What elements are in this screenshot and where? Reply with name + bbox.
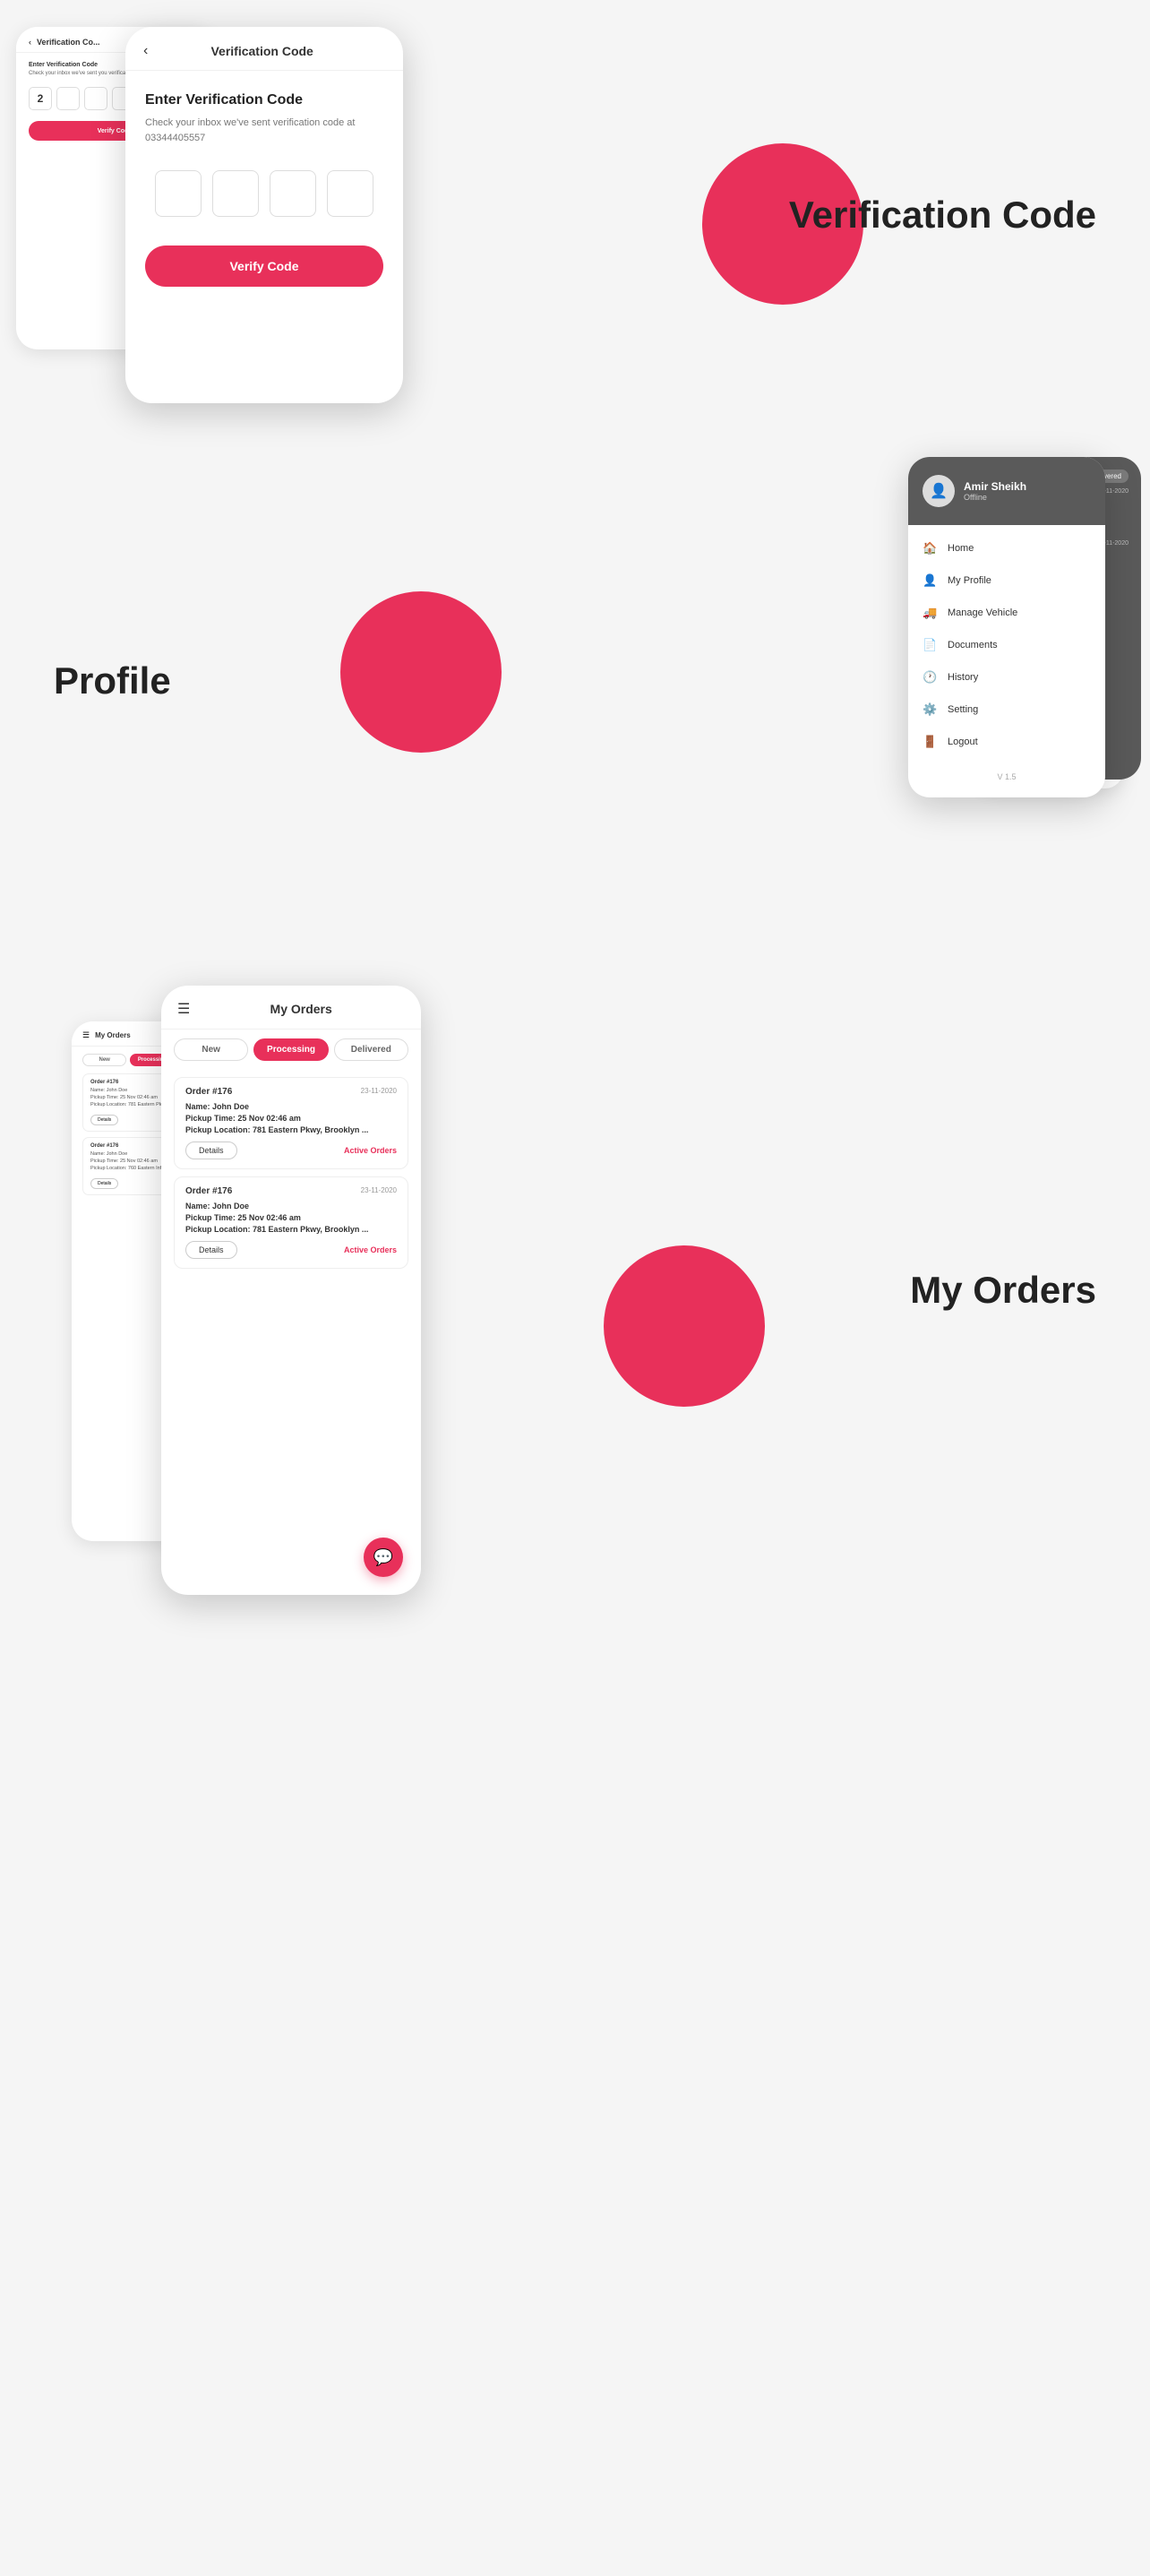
details-button-1[interactable]: Details [185, 1142, 237, 1159]
otp-input-4[interactable] [327, 170, 373, 217]
menu-user-info: Amir Sheikh Offline [964, 480, 1026, 502]
logout-icon: 🚪 [923, 735, 937, 749]
tab-delivered[interactable]: Delivered [334, 1038, 408, 1061]
menu-label-logout: Logout [948, 737, 978, 747]
back-arrow-icon[interactable]: ‹ [143, 43, 148, 59]
phone-main-body: Enter Verification Code Check your inbox… [125, 71, 403, 308]
menu-label-documents: Documents [948, 640, 998, 650]
order-card-1-footer: Details Active Orders [185, 1142, 397, 1159]
menu-item-history[interactable]: 🕐 History [908, 661, 1105, 694]
avatar: 👤 [923, 475, 955, 507]
otp-input-1[interactable] [155, 170, 202, 217]
phone-back-title: Verification Co... [37, 38, 100, 47]
active-orders-label-2: Active Orders [344, 1245, 397, 1254]
section-verification: ‹ Verification Co... Enter Verification … [0, 0, 1150, 430]
tab-new[interactable]: New [174, 1038, 248, 1061]
active-orders-label-1: Active Orders [344, 1146, 397, 1155]
hamburger-icon[interactable]: ☰ [177, 1000, 190, 1018]
orders-mockup-container: ☰ My Orders New Processing Delivered Ord… [107, 986, 367, 1595]
orders-main-phone: ☰ My Orders New Processing Delivered Ord… [161, 986, 421, 1595]
order-number-1: Order #176 [185, 1087, 232, 1097]
history-icon: 🕐 [923, 670, 937, 685]
home-icon: 🏠 [923, 541, 937, 556]
order-name-2: Name: John Doe [185, 1202, 397, 1210]
menu-label-history: History [948, 672, 978, 683]
profile-mockup-container: 👤 Amir Sheikh Offline 🏠 Home 👤 My Profil… [908, 457, 1105, 797]
order-card-2-header: Order #176 23-11-2020 [185, 1186, 397, 1196]
menu-user-name: Amir Sheikh [964, 480, 1026, 493]
red-circle-profile [340, 591, 502, 753]
red-circle-orders [604, 1245, 765, 1407]
settings-icon: ⚙️ [923, 702, 937, 717]
order-loc-2: Pickup Location: 781 Eastern Pkwy, Brook… [185, 1225, 397, 1234]
verify-subtitle: Check your inbox we've sent verification… [145, 116, 383, 145]
menu-user-status: Offline [964, 493, 1026, 502]
menu-item-home[interactable]: 🏠 Home [908, 532, 1105, 564]
profile-icon: 👤 [923, 573, 937, 588]
obs-details-btn-2[interactable]: Details [90, 1178, 118, 1189]
obs-order-num-2: Order #176 [90, 1143, 118, 1149]
menu-item-logout[interactable]: 🚪 Logout [908, 726, 1105, 758]
otp-box-2-small[interactable] [56, 87, 80, 110]
order-time-2: Pickup Time: 25 Nov 02:46 am [185, 1213, 397, 1222]
menu-item-setting[interactable]: ⚙️ Setting [908, 694, 1105, 726]
order-card-1: Order #176 23-11-2020 Name: John Doe Pic… [174, 1077, 408, 1169]
chat-icon: 💬 [373, 1548, 393, 1567]
documents-icon: 📄 [923, 638, 937, 652]
details-button-2[interactable]: Details [185, 1241, 237, 1259]
menu-item-vehicle[interactable]: 🚚 Manage Vehicle [908, 597, 1105, 629]
order-number-2: Order #176 [185, 1186, 232, 1196]
orders-main-header: ☰ My Orders [161, 986, 421, 1030]
orders-back-title: My Orders [95, 1031, 131, 1039]
otp-box-3-small[interactable] [84, 87, 107, 110]
section-orders: My Orders ☰ My Orders New Processing Del… [0, 932, 1150, 1649]
order-name-1: Name: John Doe [185, 1102, 397, 1111]
otp-input-2[interactable] [212, 170, 259, 217]
obs-details-btn-1[interactable]: Details [90, 1115, 118, 1125]
phone-main-verification: ‹ Verification Code Enter Verification C… [125, 27, 403, 403]
menu-item-profile[interactable]: 👤 My Profile [908, 564, 1105, 597]
obs-tab-new[interactable]: New [82, 1054, 126, 1066]
otp-input-3[interactable] [270, 170, 316, 217]
back-arrow-small-icon: ‹ [29, 38, 31, 47]
menu-label-home: Home [948, 543, 974, 554]
section-profile: Profile 👤 Amir Sheikh Offline 🏠 Home 👤 [0, 430, 1150, 932]
menu-version: V 1.5 [908, 765, 1105, 788]
orders-tabs-row: New Processing Delivered [161, 1030, 421, 1070]
phone-main-header: ‹ Verification Code [125, 27, 403, 71]
otp-box-1-small[interactable]: 2 [29, 87, 52, 110]
menu-items-list: 🏠 Home 👤 My Profile 🚚 Manage Vehicle 📄 D… [908, 525, 1105, 765]
obs-order-num-1: Order #176 [90, 1080, 118, 1085]
menu-phone: 👤 Amir Sheikh Offline 🏠 Home 👤 My Profil… [908, 457, 1105, 797]
phone-main-title: Verification Code [157, 44, 367, 58]
vehicle-icon: 🚚 [923, 606, 937, 620]
verify-code-button[interactable]: Verify Code [145, 246, 383, 287]
order-date-1: 23-11-2020 [361, 1087, 397, 1097]
menu-item-documents[interactable]: 📄 Documents [908, 629, 1105, 661]
menu-label-profile: My Profile [948, 575, 991, 586]
tab-processing[interactable]: Processing [253, 1038, 328, 1061]
order-card-2: Order #176 23-11-2020 Name: John Doe Pic… [174, 1176, 408, 1269]
order-card-2-footer: Details Active Orders [185, 1241, 397, 1259]
menu-label-vehicle: Manage Vehicle [948, 607, 1017, 618]
menu-label-setting: Setting [948, 704, 978, 715]
hamburger-back-icon: ☰ [82, 1030, 90, 1040]
section1-heading: Verification Code [789, 194, 1096, 237]
fab-chat-button[interactable]: 💬 [364, 1538, 403, 1577]
order-card-1-header: Order #176 23-11-2020 [185, 1087, 397, 1097]
order-date-2: 23-11-2020 [361, 1186, 397, 1196]
order-loc-1: Pickup Location: 781 Eastern Pkwy, Brook… [185, 1125, 397, 1134]
otp-row [145, 170, 383, 217]
order-time-1: Pickup Time: 25 Nov 02:46 am [185, 1114, 397, 1123]
menu-header: 👤 Amir Sheikh Offline [908, 457, 1105, 525]
orders-main-title: My Orders [197, 1002, 405, 1016]
section3-heading: My Orders [910, 1269, 1096, 1312]
verify-title: Enter Verification Code [145, 92, 383, 108]
section2-heading: Profile [54, 659, 171, 702]
